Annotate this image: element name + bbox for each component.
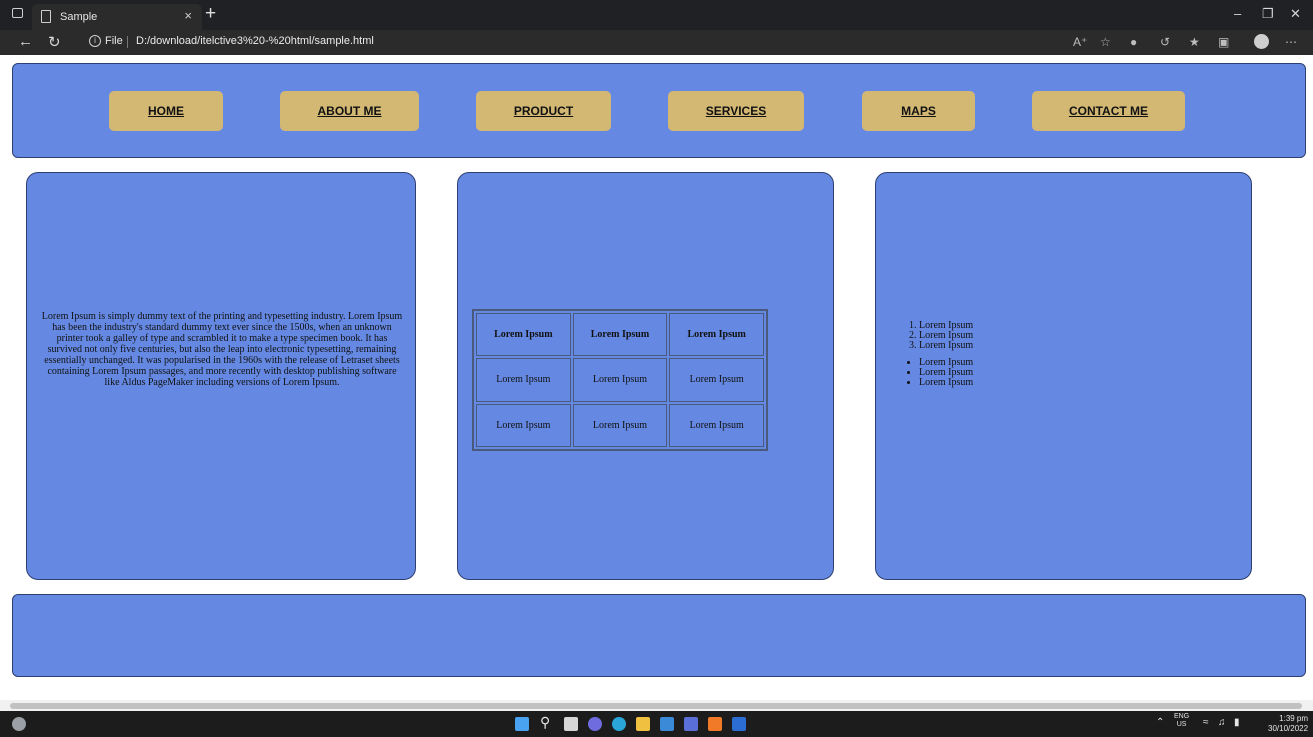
favorites-icon[interactable]: ★ [1189, 35, 1200, 49]
word-icon[interactable] [732, 717, 746, 731]
restore-icon[interactable]: ❐ [1262, 6, 1274, 22]
chevron-up-icon[interactable]: ⌃ [1156, 717, 1164, 728]
table-row: Lorem Ipsum Lorem Ipsum Lorem Ipsum [476, 358, 764, 402]
scrollbar-thumb[interactable] [10, 703, 1302, 709]
left-panel: Lorem Ipsum is simply dummy text of the … [26, 172, 416, 580]
nav-maps[interactable]: MAPS [862, 91, 975, 131]
time: 1:39 pm [1279, 714, 1309, 723]
clock[interactable]: 1:39 pm 30/10/2022 [1268, 714, 1308, 734]
refresh-icon[interactable]: ↻ [48, 33, 61, 51]
extension-icon[interactable]: ● [1130, 35, 1137, 49]
table-header-cell: Lorem Ipsum [476, 313, 571, 357]
language-code: ENG [1174, 713, 1190, 720]
sublime-icon[interactable] [708, 717, 722, 731]
file-label: File [105, 35, 123, 47]
more-options-icon[interactable]: ⋯ [1285, 35, 1297, 49]
site-footer [12, 594, 1306, 677]
new-tab-button[interactable]: + [205, 3, 216, 25]
edge-icon[interactable] [612, 717, 626, 731]
right-panel: Lorem Ipsum Lorem Ipsum Lorem Ipsum Lore… [875, 172, 1252, 580]
vs-code-icon[interactable] [684, 717, 698, 731]
table-cell: Lorem Ipsum [669, 358, 764, 402]
list-item: Lorem Ipsum [919, 341, 973, 351]
address-bar: ← ↻ i File D:/download/itelctive3%20-%20… [0, 30, 1313, 55]
tab-title: Sample [60, 11, 98, 23]
divider [127, 36, 128, 48]
table-cell: Lorem Ipsum [572, 403, 668, 447]
browser-tab[interactable]: Sample × [32, 4, 202, 30]
horizontal-scrollbar[interactable] [0, 700, 1313, 711]
profile-avatar[interactable] [1254, 34, 1269, 49]
date: 30/10/2022 [1268, 724, 1309, 733]
lorem-table: Lorem Ipsum Lorem Ipsum Lorem Ipsum Lore… [472, 309, 768, 451]
battery-icon[interactable]: ▮ [1234, 717, 1240, 728]
table-cell: Lorem Ipsum [572, 358, 668, 402]
nav-about-me[interactable]: ABOUT ME [280, 91, 419, 131]
table-cell: Lorem Ipsum [669, 403, 764, 447]
refresh-extension-icon[interactable]: ↺ [1160, 35, 1170, 49]
minimize-icon[interactable]: – [1234, 6, 1241, 21]
nav-home[interactable]: HOME [109, 91, 223, 131]
window-close-icon[interactable]: ✕ [1290, 6, 1301, 22]
table-header-cell: Lorem Ipsum [669, 313, 764, 357]
browser-tab-bar: Sample × + – ❐ ✕ [0, 0, 1313, 30]
page-icon [41, 10, 51, 23]
nav-contact-me[interactable]: CONTACT ME [1032, 91, 1185, 131]
region-code: US [1176, 721, 1187, 728]
info-icon[interactable]: i [89, 35, 101, 47]
table-row: Lorem Ipsum Lorem Ipsum Lorem Ipsum [476, 403, 764, 447]
table-header-cell: Lorem Ipsum [572, 313, 668, 357]
lorem-paragraph: Lorem Ipsum is simply dummy text of the … [41, 311, 403, 388]
weather-icon[interactable] [12, 717, 26, 731]
unordered-list: Lorem Ipsum Lorem Ipsum Lorem Ipsum [919, 358, 973, 388]
site-header: HOME ABOUT ME PRODUCT SERVICES MAPS CONT… [12, 63, 1306, 158]
favorite-icon[interactable]: ☆ [1100, 35, 1111, 49]
list-item: Lorem Ipsum [919, 378, 973, 388]
taskbar: ⚲ ⌃ ENG US ≈ ♫ ▮ 1:39 pm 30/10/2022 [0, 711, 1313, 737]
chat-icon[interactable] [588, 717, 602, 731]
tab-close-icon[interactable]: × [184, 8, 192, 23]
table-cell: Lorem Ipsum [476, 358, 571, 402]
nav-services[interactable]: SERVICES [668, 91, 804, 131]
task-view-icon[interactable] [564, 717, 578, 731]
wifi-icon[interactable]: ≈ [1203, 717, 1209, 728]
collections-icon[interactable]: ▣ [1218, 35, 1229, 49]
store-icon[interactable] [660, 717, 674, 731]
search-icon[interactable]: ⚲ [540, 714, 550, 731]
url-field[interactable]: D:/download/itelctive3%20-%20html/sample… [136, 35, 374, 47]
nav-product[interactable]: PRODUCT [476, 91, 611, 131]
read-aloud-icon[interactable]: A⁺ [1073, 35, 1087, 49]
lists-container: Lorem Ipsum Lorem Ipsum Lorem Ipsum Lore… [906, 321, 973, 388]
middle-panel: Lorem Ipsum Lorem Ipsum Lorem Ipsum Lore… [457, 172, 834, 580]
language-indicator[interactable]: ENG US [1174, 713, 1189, 729]
table-cell: Lorem Ipsum [476, 403, 571, 447]
ordered-list: Lorem Ipsum Lorem Ipsum Lorem Ipsum [919, 321, 973, 351]
start-icon[interactable] [515, 717, 529, 731]
tab-actions-icon[interactable] [12, 8, 23, 18]
file-explorer-icon[interactable] [636, 717, 650, 731]
volume-icon[interactable]: ♫ [1218, 717, 1226, 728]
back-icon[interactable]: ← [18, 33, 33, 50]
table-header-row: Lorem Ipsum Lorem Ipsum Lorem Ipsum [476, 313, 764, 357]
